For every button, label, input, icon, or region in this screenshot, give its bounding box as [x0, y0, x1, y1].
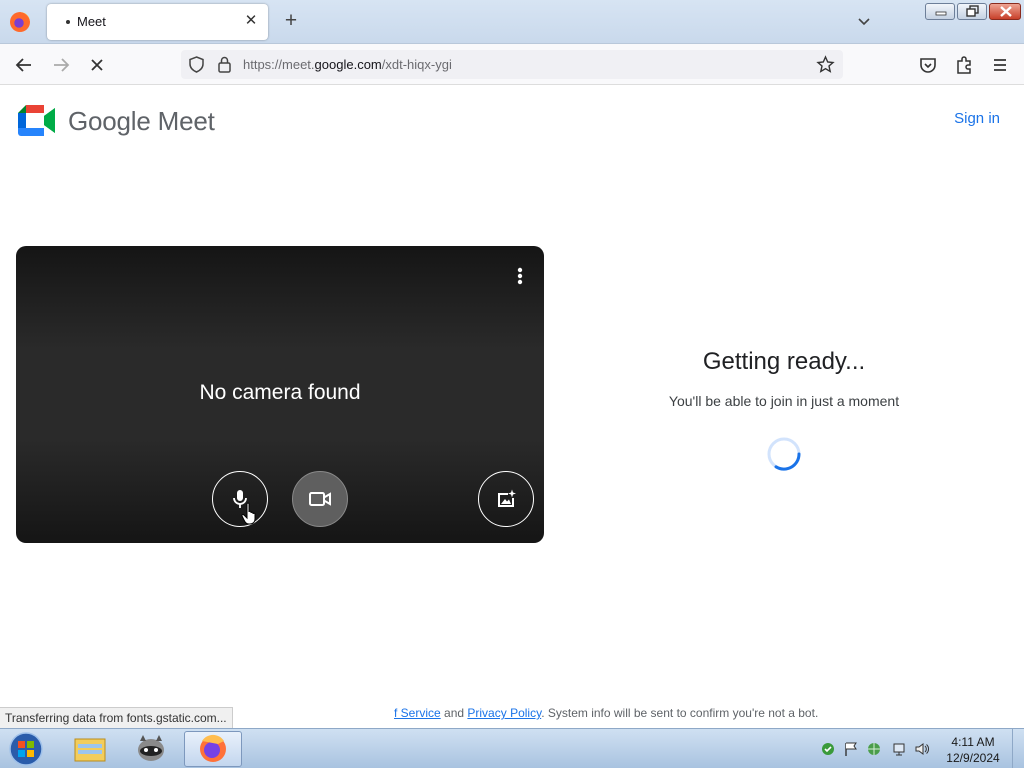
no-camera-message: No camera found: [199, 381, 361, 404]
network-globe-icon[interactable]: [866, 741, 882, 757]
new-tab-icon[interactable]: +: [281, 10, 301, 32]
hand-cursor-icon: [241, 502, 256, 525]
meet-page: Google Meet Sign in No camera found Gett…: [0, 85, 1024, 729]
raccoon-app-taskbar-icon[interactable]: [122, 731, 180, 767]
clock-time: 4:11 AM: [951, 735, 995, 749]
url-path: /xdt-hiqx-ygi: [381, 57, 452, 72]
url-prefix: https://meet.: [243, 57, 315, 72]
action-center-icon[interactable]: [820, 741, 836, 757]
footer-text: . System info will be sent to confirm yo…: [541, 706, 819, 720]
bookmark-star-icon[interactable]: [816, 55, 835, 74]
back-icon[interactable]: [13, 54, 35, 76]
system-clock[interactable]: 4:11 AM 12/9/2024: [940, 734, 1006, 766]
logo-text: Google Meet: [68, 106, 215, 136]
network-icon[interactable]: [891, 741, 907, 757]
stop-loading-icon[interactable]: [86, 54, 108, 76]
flag-icon[interactable]: [843, 741, 859, 757]
close-window-icon[interactable]: [989, 3, 1021, 20]
getting-ready-subtitle: You'll be able to join in just a moment: [668, 393, 900, 409]
microphone-button[interactable]: [212, 471, 268, 527]
footer-and: and: [440, 706, 468, 720]
camera-button[interactable]: [292, 471, 348, 527]
loading-spinner-icon: [767, 437, 801, 471]
navigation-bar: https://meet.google.com/xdt-hiqx-ygi: [0, 44, 1024, 85]
video-camera-icon: [309, 492, 331, 506]
visual-effects-button[interactable]: [478, 471, 534, 527]
file-explorer-taskbar-icon[interactable]: [60, 731, 118, 767]
video-preview: No camera found: [16, 246, 544, 543]
restore-icon[interactable]: [957, 3, 987, 20]
tab-title: Meet: [77, 14, 106, 29]
firefox-taskbar-icon[interactable]: [184, 731, 242, 767]
visual-effects-icon: [498, 489, 516, 507]
terms-of-service-link[interactable]: f Service: [394, 706, 441, 720]
firefox-icon[interactable]: [10, 12, 30, 32]
tab-loading-dot: [66, 20, 70, 24]
url-host: google.com: [314, 57, 382, 72]
tab-strip: Meet ✕ +: [0, 0, 1024, 44]
url-text: https://meet.google.com/xdt-hiqx-ygi: [243, 57, 452, 72]
tab-meet[interactable]: Meet ✕: [47, 4, 268, 40]
getting-ready-title: Getting ready...: [702, 348, 866, 375]
privacy-policy-link[interactable]: Privacy Policy: [467, 706, 541, 720]
lock-icon[interactable]: [215, 55, 234, 74]
show-desktop-button[interactable]: [1012, 729, 1024, 768]
google-meet-logo[interactable]: [18, 105, 55, 136]
sign-in-link[interactable]: Sign in: [954, 110, 1000, 127]
clock-date: 12/9/2024: [946, 751, 1000, 765]
taskbar: 4:11 AM 12/9/2024: [0, 728, 1024, 768]
shield-icon[interactable]: [187, 55, 206, 74]
more-options-icon[interactable]: [510, 262, 530, 290]
tab-list-icon[interactable]: [856, 13, 872, 29]
tab-close-icon[interactable]: ✕: [242, 12, 260, 30]
menu-icon[interactable]: [989, 54, 1011, 76]
url-bar[interactable]: https://meet.google.com/xdt-hiqx-ygi: [181, 50, 843, 79]
volume-icon[interactable]: [914, 741, 930, 757]
extensions-icon[interactable]: [953, 54, 975, 76]
forward-icon[interactable]: [50, 54, 72, 76]
terms-footer: f Service and Privacy Policy. System inf…: [394, 706, 818, 720]
pocket-icon[interactable]: [917, 54, 939, 76]
windows-start-icon[interactable]: [6, 731, 46, 767]
browser-status-bar: Transferring data from fonts.gstatic.com…: [0, 707, 233, 729]
minimize-icon[interactable]: [925, 3, 955, 20]
